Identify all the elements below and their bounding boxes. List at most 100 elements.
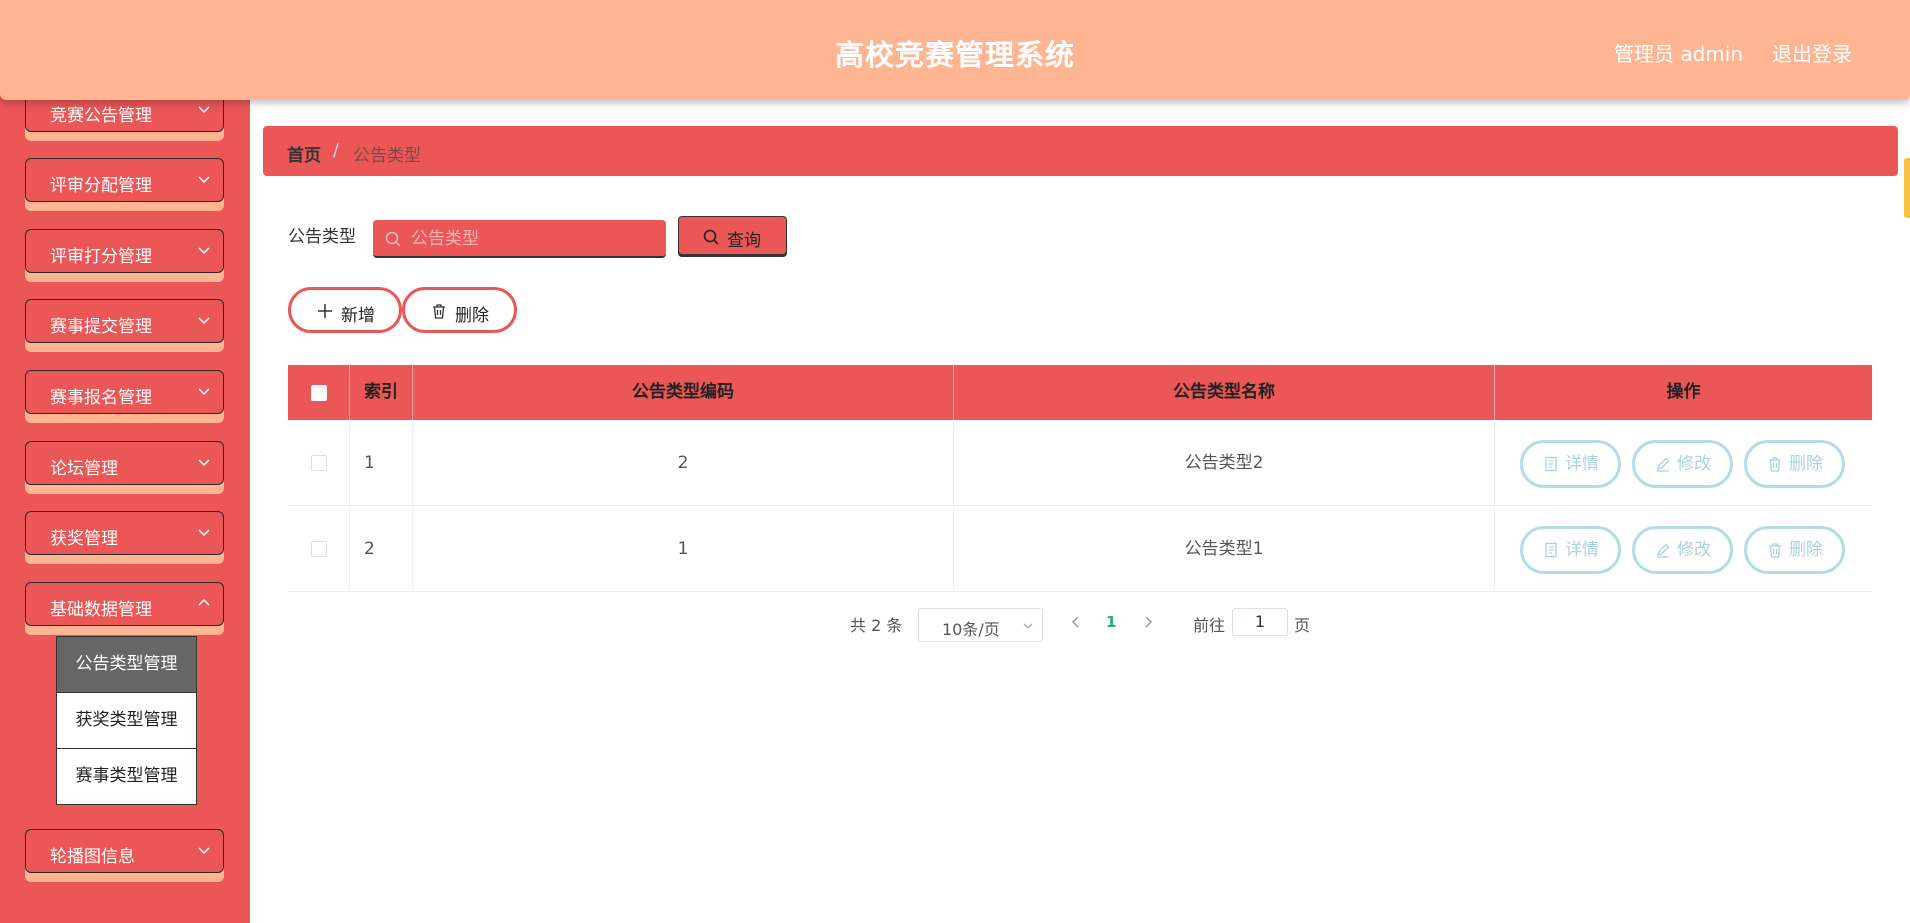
sidebar-item-label: 论坛管理 [50,459,118,479]
sidebar-item-submission[interactable]: 赛事提交管理 [25,299,224,343]
search-icon [385,231,401,247]
query-button[interactable]: 查询 [678,216,787,255]
next-page-icon[interactable] [1141,614,1155,630]
plus-icon [318,304,332,318]
delete-button[interactable]: 删除 [1744,526,1845,574]
cell-name: 公告类型2 [954,420,1495,506]
edit-button-label: 修改 [1677,454,1711,474]
submenu-item-award-type[interactable]: 获奖类型管理 [57,693,196,749]
chevron-down-icon [198,459,210,467]
sidebar: 竞赛公告管理 评审分配管理 评审打分管理 赛事提交管理 赛事报名管理 论坛管理 … [0,0,250,923]
edit-icon [1657,543,1670,558]
row-checkbox[interactable] [311,541,327,557]
breadcrumb: 首页 / 公告类型 [263,126,1898,176]
sidebar-item-label: 赛事报名管理 [50,388,152,408]
column-header-index[interactable]: 索引 [350,365,413,420]
chevron-down-icon [198,247,210,255]
select-all-cell [288,365,350,420]
delete-button[interactable]: 删除 [1744,440,1845,488]
sidebar-item-label: 赛事提交管理 [50,317,152,337]
submenu-item-event-type[interactable]: 赛事类型管理 [57,749,196,804]
sidebar-item-label: 竞赛公告管理 [50,106,152,126]
chevron-down-icon [198,847,210,855]
chevron-down-icon [198,529,210,537]
table-row: 2 1 公告类型1 详情 修改 删除 [288,506,1872,592]
sidebar-item-label: 评审分配管理 [50,176,152,196]
pagination-total: 共 2 条 [850,616,903,635]
submenu-base-data: 公告类型管理 获奖类型管理 赛事类型管理 [56,636,197,805]
column-header-actions: 操作 [1666,382,1701,402]
select-all-checkbox[interactable] [311,385,327,401]
chevron-down-icon [198,176,210,184]
page-unit-label: 页 [1294,616,1311,635]
page-size-select[interactable]: 10条/页 [918,608,1043,642]
row-checkbox[interactable] [311,455,327,471]
edit-button-label: 修改 [1677,540,1711,560]
chevron-up-icon [198,598,210,606]
chevron-down-icon [1023,623,1033,629]
row-select-cell [288,506,350,592]
detail-button[interactable]: 详情 [1520,440,1621,488]
page-size-value: 10条/页 [942,620,1000,639]
page-jump-input[interactable]: 1 [1232,608,1288,636]
table-header: 索引 公告类型编码 公告类型名称 操作 [288,365,1872,420]
app-header: 高校竞赛管理系统 管理员 admin 退出登录 [0,0,1910,100]
delete-button-label: 删除 [1789,540,1823,560]
sidebar-item-base-data[interactable]: 基础数据管理 [25,582,224,626]
trash-icon [1769,457,1781,472]
chevron-down-icon [198,317,210,325]
table-row: 1 2 公告类型2 详情 修改 删除 [288,420,1872,506]
sidebar-item-label: 轮播图信息 [50,847,135,867]
row-select-cell [288,420,350,506]
column-header-name[interactable]: 公告类型名称 [954,365,1495,420]
search-icon [703,229,719,245]
edit-icon [1657,457,1670,472]
trash-icon [433,304,445,319]
chevron-down-icon [198,106,210,114]
search-field[interactable] [373,220,666,258]
page-number-current[interactable]: 1 [1106,613,1116,631]
breadcrumb-separator: / [333,141,339,161]
edit-button[interactable]: 修改 [1632,440,1733,488]
cell-code: 2 [413,420,954,506]
trash-icon [1769,543,1781,558]
current-user: 管理员 admin [1613,42,1743,66]
sidebar-item-review-score[interactable]: 评审打分管理 [25,229,224,273]
sidebar-item-carousel[interactable]: 轮播图信息 [25,829,224,873]
cell-actions: 详情 修改 删除 [1495,506,1872,592]
batch-delete-button-label: 删除 [455,306,489,326]
cell-code: 1 [413,506,954,592]
cell-name: 公告类型1 [954,506,1495,592]
detail-button-label: 详情 [1565,454,1599,474]
sidebar-item-registration[interactable]: 赛事报名管理 [25,370,224,414]
add-button[interactable]: 新增 [288,287,402,333]
prev-page-icon[interactable] [1069,614,1083,630]
sidebar-item-review-assign[interactable]: 评审分配管理 [25,158,224,202]
breadcrumb-current: 公告类型 [353,146,421,166]
query-button-label: 查询 [727,231,761,251]
document-icon [1545,456,1557,472]
breadcrumb-home[interactable]: 首页 [287,141,321,166]
detail-button[interactable]: 详情 [1520,526,1621,574]
detail-button-label: 详情 [1565,540,1599,560]
document-icon [1545,542,1557,558]
column-header-code[interactable]: 公告类型编码 [413,365,954,420]
cell-index: 2 [350,506,413,592]
scrollbar-thumb[interactable] [1904,158,1910,218]
cell-actions: 详情 修改 删除 [1495,420,1872,506]
submenu-item-notice-type[interactable]: 公告类型管理 [57,637,196,693]
goto-label: 前往 [1193,616,1226,635]
sidebar-item-awards[interactable]: 获奖管理 [25,511,224,555]
search-label: 公告类型 [288,227,356,247]
add-button-label: 新增 [341,306,375,326]
logout-link[interactable]: 退出登录 [1772,38,1852,67]
search-input[interactable] [409,220,653,258]
sidebar-item-forum[interactable]: 论坛管理 [25,441,224,485]
pagination: 共 2 条 10条/页 1 前往 1 页 [0,608,1910,644]
sidebar-item-label: 评审打分管理 [50,247,152,267]
batch-delete-button[interactable]: 删除 [402,287,517,333]
cell-index: 1 [350,420,413,506]
edit-button[interactable]: 修改 [1632,526,1733,574]
chevron-down-icon [198,388,210,396]
sidebar-item-label: 获奖管理 [50,529,118,549]
